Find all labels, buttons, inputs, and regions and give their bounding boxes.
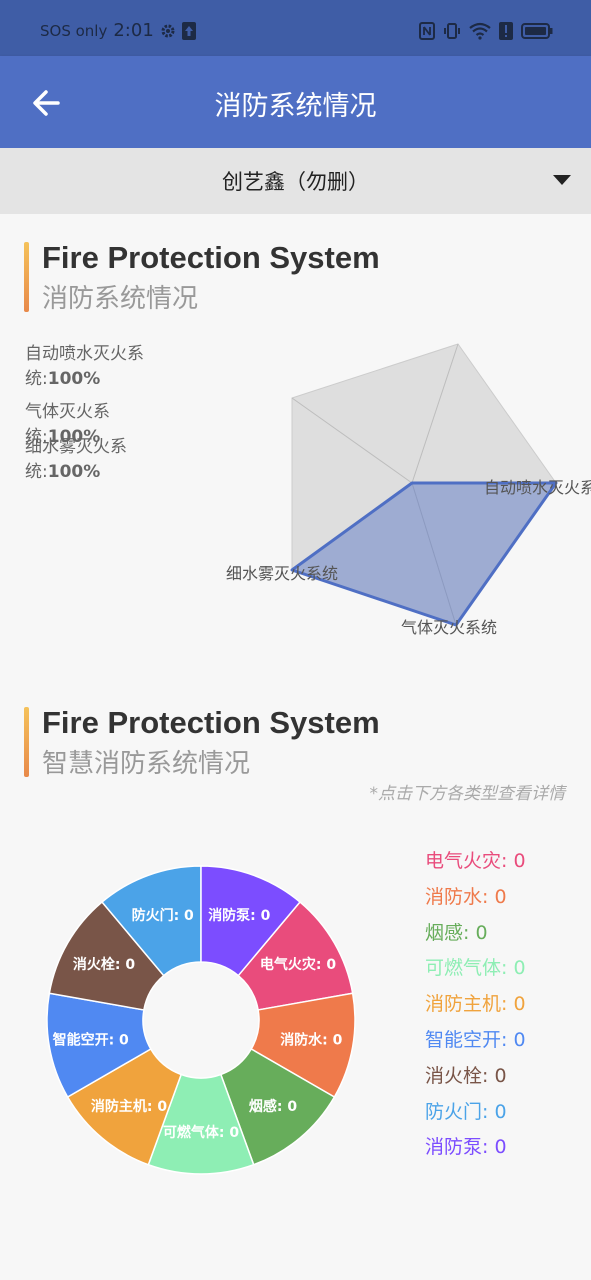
legend-item-smoke-detector[interactable]: 烟感: 0 [425,919,526,955]
donut-label-smart-breaker: 智能空开: 0 [52,1031,129,1048]
donut-label-smoke-detector: 烟感: 0 [249,1098,297,1115]
donut-label-combustible-gas: 可燃气体: 0 [163,1124,239,1141]
legend-item-smart-breaker[interactable]: 智能空开: 0 [425,1026,526,1062]
legend-item-fire-host[interactable]: 消防主机: 0 [425,990,526,1026]
chart-legend: 电气火灾: 0 消防水: 0 烟感: 0 可燃气体: 0 消防主机: 0 智能空… [425,847,526,1169]
legend-item-fire-water[interactable]: 消防水: 0 [425,883,526,919]
donut-label-fire-host: 消防主机: 0 [91,1098,167,1115]
donut-label-fire-pump: 消防泵: 0 [208,907,270,924]
legend-item-fire-door[interactable]: 防火门: 0 [425,1098,526,1134]
donut-label-fire-door: 防火门: 0 [132,907,194,924]
donut-label-fire-water: 消防水: 0 [280,1031,342,1048]
legend-item-fire-pump[interactable]: 消防泵: 0 [425,1133,526,1169]
donut-label-electrical-fire: 电气火灾: 0 [260,956,336,973]
legend-item-electrical-fire[interactable]: 电气火灾: 0 [425,847,526,883]
legend-item-hydrant[interactable]: 消火栓: 0 [425,1062,526,1098]
legend-item-combustible-gas[interactable]: 可燃气体: 0 [425,954,526,990]
donut-label-hydrant: 消火栓: 0 [73,956,135,973]
